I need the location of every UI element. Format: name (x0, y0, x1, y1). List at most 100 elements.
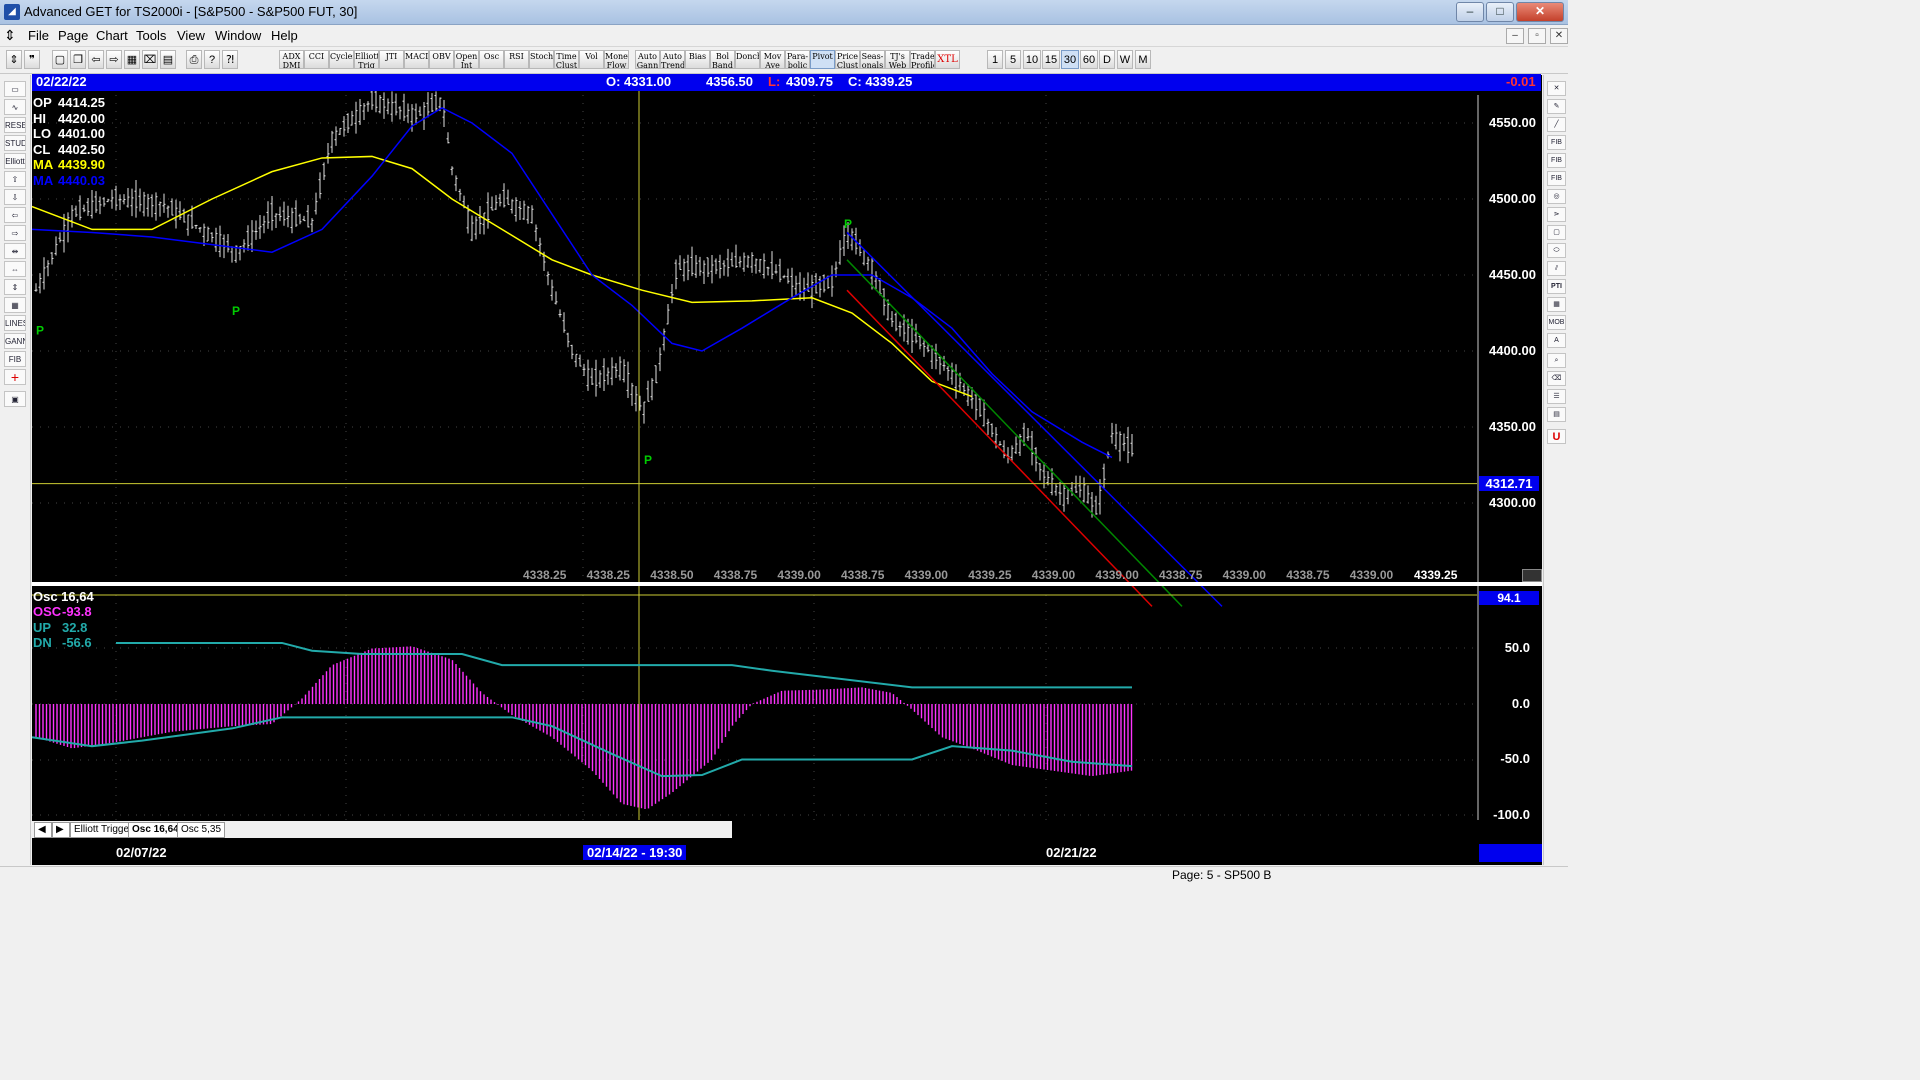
study-button[interactable]: XTL (935, 50, 960, 69)
zoom-icon[interactable]: ⌕ (1547, 353, 1566, 368)
menu-window[interactable]: Window (215, 28, 261, 43)
settings-icon[interactable]: ▣ (4, 391, 26, 407)
fib-extension-icon[interactable]: FIB (1547, 153, 1566, 168)
interval-button[interactable]: 10 (1023, 50, 1041, 69)
tab-elliott-trigger[interactable]: Elliott Trigger (70, 822, 137, 838)
study-button[interactable]: Pivot (810, 50, 835, 69)
study-button[interactable]: Para-bolic (785, 50, 810, 69)
menu-view[interactable]: View (177, 28, 205, 43)
interval-button[interactable]: 60 (1080, 50, 1098, 69)
interval-button[interactable]: 30 (1061, 50, 1079, 69)
study-button[interactable]: Cycles (329, 50, 354, 69)
maximize-button[interactable]: □ (1486, 2, 1514, 22)
study-button[interactable]: Auto Trend (660, 50, 685, 69)
study-button[interactable]: Elliott Trig (354, 50, 379, 69)
compress-icon[interactable]: ⇹ (4, 243, 26, 259)
mdi-minimize-button[interactable]: – (1506, 28, 1524, 44)
vertical-scale-icon[interactable]: ⇕ (4, 279, 26, 295)
pointer-icon[interactable]: ⇕ (6, 50, 22, 69)
tab-osc-16-64[interactable]: Osc 16,64 (128, 822, 183, 838)
magnet-icon[interactable]: U (1547, 429, 1566, 444)
close-pane-icon[interactable]: ✕ (1547, 81, 1566, 96)
mdi-icon[interactable]: ⇕ (4, 27, 16, 44)
study-button[interactable]: Bias (685, 50, 710, 69)
text-tool-icon[interactable]: A (1547, 333, 1566, 348)
close-button[interactable]: ✕ (1516, 2, 1564, 22)
mdi-restore-button[interactable]: ▫ (1528, 28, 1546, 44)
forward-icon[interactable]: ⇨ (106, 50, 122, 69)
pane-divider[interactable] (32, 582, 1542, 586)
fib-time-icon[interactable]: FIB (1547, 171, 1566, 186)
interval-button[interactable]: M (1135, 50, 1151, 69)
study-button[interactable]: CCI (304, 50, 329, 69)
study-button[interactable]: OBV (429, 50, 454, 69)
study-button[interactable]: JTI (379, 50, 404, 69)
menu-file[interactable]: File (28, 28, 49, 43)
pencil-icon[interactable]: ✎ (1547, 99, 1566, 114)
line-tool-icon[interactable]: ╱ (1547, 117, 1566, 132)
fib-retracement-icon[interactable]: FIB (1547, 135, 1566, 150)
list-icon[interactable]: ☰ (1547, 389, 1566, 404)
elliott-icon[interactable]: Elliott (4, 153, 26, 169)
ellipse-tool-icon[interactable]: ⬭ (1547, 243, 1566, 258)
study-button[interactable]: Mov Ave (760, 50, 785, 69)
study-button[interactable]: Money Flow (604, 50, 629, 69)
tab-osc-5-35[interactable]: Osc 5,35 (177, 822, 226, 838)
gann-icon[interactable]: GANN (4, 333, 26, 349)
interval-button[interactable]: 15 (1042, 50, 1060, 69)
expand-icon[interactable]: ⇔ (4, 261, 26, 277)
circle-tool-icon[interactable]: ◎ (1547, 189, 1566, 204)
interval-button[interactable]: 1 (987, 50, 1003, 69)
study-button[interactable]: Osc (479, 50, 504, 69)
price-chart[interactable]: P P P P (32, 75, 1542, 865)
study-button[interactable]: MACD (404, 50, 429, 69)
menu-chart[interactable]: Chart (96, 28, 128, 43)
study-button[interactable]: ADX DMI (279, 50, 304, 69)
menu-help[interactable]: Help (271, 28, 298, 43)
lines-icon[interactable]: LINES (4, 315, 26, 331)
study-button[interactable]: Trade Profile (910, 50, 935, 69)
fib-icon[interactable]: FIB (4, 351, 26, 367)
tab-scroll-right-icon[interactable]: ▶ (52, 822, 70, 838)
table-icon[interactable]: ▦ (4, 297, 26, 313)
quote-icon[interactable]: ❞ (24, 50, 40, 69)
box-tool-icon[interactable]: ▢ (1547, 225, 1566, 240)
menu-tools[interactable]: Tools (136, 28, 166, 43)
chart-area[interactable]: P P P P (32, 75, 1542, 865)
pti-icon[interactable]: PTI (1547, 279, 1566, 294)
study-button[interactable]: Bol Band (710, 50, 735, 69)
study-button[interactable]: Stoch (529, 50, 554, 69)
interval-button[interactable]: W (1117, 50, 1133, 69)
crosshair-icon[interactable]: + (4, 369, 26, 385)
grid-icon[interactable]: ▦ (124, 50, 140, 69)
study-icon[interactable]: STUDY (4, 135, 26, 151)
arrow-left-icon[interactable]: ⇦ (4, 207, 26, 223)
study-button[interactable]: Donch (735, 50, 760, 69)
mob-icon[interactable]: MOB (1547, 315, 1566, 330)
study-button[interactable]: Open Int (454, 50, 479, 69)
pane-config-icon[interactable] (1522, 569, 1542, 582)
copy-icon[interactable]: ❐ (70, 50, 86, 69)
tab-scroll-left-icon[interactable]: ◀ (34, 822, 52, 838)
interval-button[interactable]: D (1099, 50, 1115, 69)
arrow-right-icon[interactable]: ⇨ (4, 225, 26, 241)
minimize-button[interactable]: – (1456, 2, 1484, 22)
study-button[interactable]: RSI (504, 50, 529, 69)
study-button[interactable]: Seas-onals (860, 50, 885, 69)
print-icon[interactable]: ⎙ (186, 50, 202, 69)
new-page-icon[interactable]: ▢ (52, 50, 68, 69)
interval-button[interactable]: 5 (1005, 50, 1021, 69)
help-icon[interactable]: ? (204, 50, 220, 69)
context-help-icon[interactable]: ⁈ (222, 50, 238, 69)
arrow-down-icon[interactable]: ⇩ (4, 189, 26, 205)
channel-tool-icon[interactable]: ⫽ (1547, 261, 1566, 276)
layout-icon[interactable]: ▤ (160, 50, 176, 69)
study-button[interactable]: Price Clust (835, 50, 860, 69)
back-icon[interactable]: ⇦ (88, 50, 104, 69)
reset-icon[interactable]: RESET (4, 117, 26, 133)
delete-icon[interactable]: ⌧ (142, 50, 158, 69)
elliott-wave-icon[interactable]: ∿ (4, 99, 26, 115)
fan-tool-icon[interactable]: ⋗ (1547, 207, 1566, 222)
grid-tool-icon[interactable]: ▦ (1547, 297, 1566, 312)
study-button[interactable]: TJ's Web (885, 50, 910, 69)
